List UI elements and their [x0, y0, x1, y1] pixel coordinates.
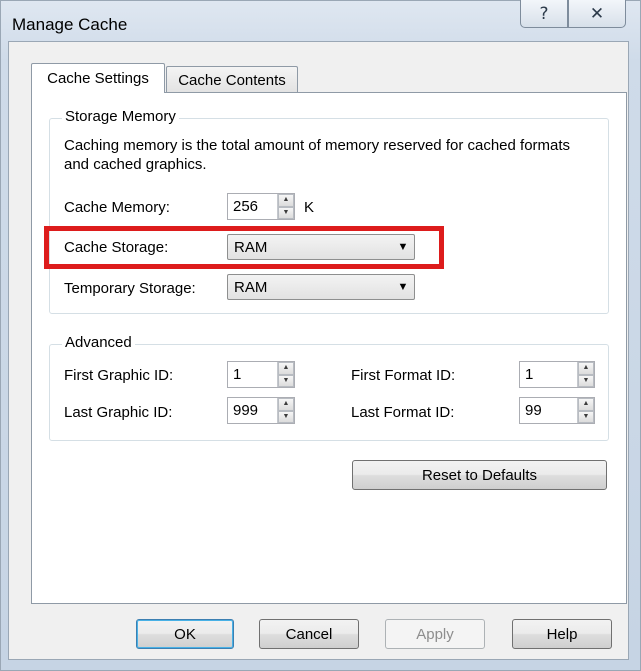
storage-memory-description: Caching memory is the total amount of me… [64, 137, 571, 173]
highlight-box [44, 226, 444, 269]
cancel-button[interactable]: Cancel [259, 619, 359, 649]
spin-up-icon[interactable]: ▲ [278, 194, 294, 207]
first-graphic-id-label: First Graphic ID: [64, 367, 174, 384]
chevron-down-icon: ▼ [397, 281, 409, 293]
advanced-group [49, 344, 609, 441]
last-format-id-spinner[interactable]: 99 ▲ ▼ [519, 397, 595, 424]
tab-cache-contents[interactable]: Cache Contents [166, 66, 298, 93]
tab-cache-settings[interactable]: Cache Settings [31, 63, 165, 93]
first-format-id-value[interactable]: 1 [520, 366, 577, 383]
help-button[interactable]: Help [512, 619, 612, 649]
last-format-id-label: Last Format ID: [351, 404, 455, 421]
spin-up-icon[interactable]: ▲ [278, 398, 294, 411]
temporary-storage-dropdown[interactable]: RAM ▼ [227, 274, 415, 300]
cache-memory-unit: K [304, 199, 315, 216]
spin-up-icon[interactable]: ▲ [278, 362, 294, 375]
cache-memory-label: Cache Memory: [64, 199, 170, 216]
spin-down-icon[interactable]: ▼ [278, 374, 294, 387]
temporary-storage-value: RAM [234, 278, 268, 296]
spin-down-icon[interactable]: ▼ [278, 410, 294, 423]
last-graphic-id-spinner[interactable]: 999 ▲ ▼ [227, 397, 295, 424]
close-icon: ✕ [589, 3, 605, 24]
last-format-id-value[interactable]: 99 [520, 402, 577, 419]
storage-memory-legend: Storage Memory [62, 108, 179, 125]
cache-memory-spinner[interactable]: 256 ▲ ▼ [227, 193, 295, 220]
spin-down-icon[interactable]: ▼ [578, 410, 594, 423]
apply-button[interactable]: Apply [385, 619, 485, 649]
advanced-legend: Advanced [62, 334, 135, 351]
close-button[interactable]: ✕ [568, 0, 626, 28]
spin-down-icon[interactable]: ▼ [578, 374, 594, 387]
spin-down-icon[interactable]: ▼ [278, 206, 294, 219]
cache-memory-value[interactable]: 256 [228, 198, 277, 215]
temporary-storage-label: Temporary Storage: [64, 280, 196, 297]
ok-button[interactable]: OK [136, 619, 234, 649]
spin-up-icon[interactable]: ▲ [578, 362, 594, 375]
last-graphic-id-value[interactable]: 999 [228, 402, 277, 419]
first-format-id-spinner[interactable]: 1 ▲ ▼ [519, 361, 595, 388]
reset-to-defaults-button[interactable]: Reset to Defaults [352, 460, 607, 490]
first-graphic-id-spinner[interactable]: 1 ▲ ▼ [227, 361, 295, 388]
last-graphic-id-label: Last Graphic ID: [64, 404, 173, 421]
spin-up-icon[interactable]: ▲ [578, 398, 594, 411]
first-format-id-label: First Format ID: [351, 367, 456, 384]
help-icon: ? [539, 3, 549, 24]
window-title: Manage Cache [12, 15, 128, 34]
first-graphic-id-value[interactable]: 1 [228, 366, 277, 383]
help-caption-button[interactable]: ? [520, 0, 568, 28]
